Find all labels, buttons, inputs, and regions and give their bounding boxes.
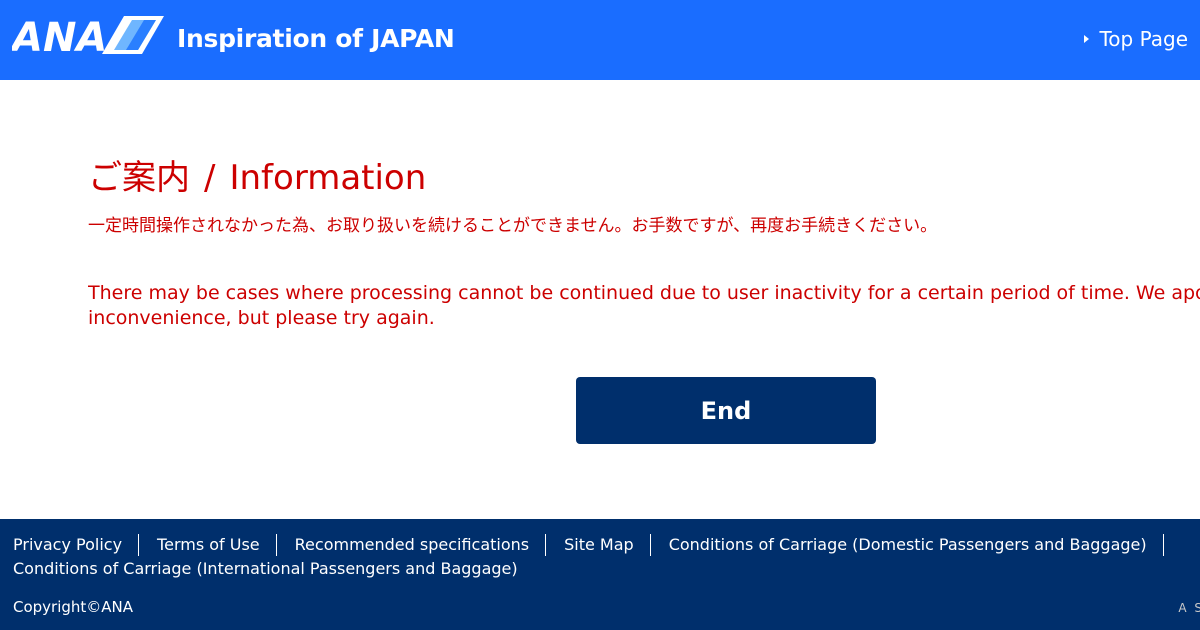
international-carriage-link[interactable]: Conditions of Carriage (International Pa… <box>13 557 518 581</box>
top-page-label: Top Page <box>1099 27 1188 51</box>
chevron-right-icon <box>1084 35 1090 43</box>
site-footer: Privacy Policy Terms of Use Recommended … <box>0 519 1200 630</box>
site-tagline: Inspiration of JAPAN <box>177 24 455 53</box>
footer-links: Privacy Policy Terms of Use Recommended … <box>13 533 1193 581</box>
site-header: ANA Inspiration of JAPAN Top Page <box>0 0 1200 80</box>
title-separator: / <box>204 158 216 198</box>
top-page-link[interactable]: Top Page <box>1084 27 1188 51</box>
site-map-link[interactable]: Site Map <box>564 533 634 557</box>
page-title: ご案内 / Information <box>88 150 426 199</box>
recommended-specs-link[interactable]: Recommended specifications <box>295 533 529 557</box>
message-english-line2: inconvenience, but please try again. <box>88 307 435 329</box>
privacy-policy-link[interactable]: Privacy Policy <box>13 533 122 557</box>
footer-links-row1: Privacy Policy Terms of Use Recommended … <box>13 533 1193 557</box>
copyright: Copyright©ANA <box>13 598 134 616</box>
star-alliance-logo: A S <box>1178 601 1200 615</box>
end-button[interactable]: End <box>576 377 876 444</box>
footer-divider <box>649 534 651 556</box>
terms-of-use-link[interactable]: Terms of Use <box>157 533 260 557</box>
footer-links-row2: Conditions of Carriage (International Pa… <box>13 557 1193 581</box>
ana-logo[interactable]: ANA <box>12 14 164 56</box>
message-japanese: 一定時間操作されなかった為、お取り扱いを続けることができません。お手数ですが、再… <box>88 216 938 236</box>
footer-divider <box>275 534 277 556</box>
footer-divider <box>138 534 140 556</box>
title-ja: ご案内 <box>88 158 190 198</box>
footer-divider <box>545 534 547 556</box>
title-en: Information <box>229 158 427 198</box>
footer-divider <box>1162 534 1164 556</box>
message-english: There may be cases where processing cann… <box>88 281 1200 331</box>
domestic-carriage-link[interactable]: Conditions of Carriage (Domestic Passeng… <box>669 533 1147 557</box>
svg-text:ANA: ANA <box>12 15 107 56</box>
message-english-line1: There may be cases where processing cann… <box>88 282 1200 304</box>
